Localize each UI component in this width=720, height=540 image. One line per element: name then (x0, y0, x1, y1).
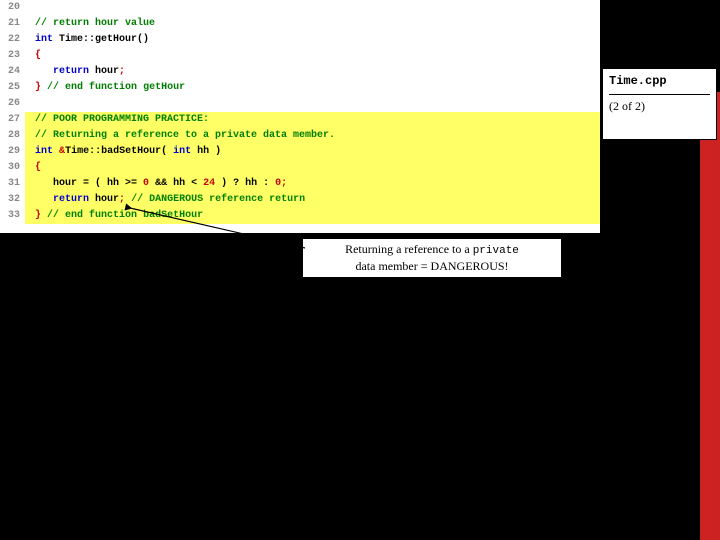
code-line: 20 (0, 0, 600, 16)
red-accent-bar (700, 92, 720, 540)
code-panel: 2021 // return hour value22 int Time::ge… (0, 0, 600, 233)
file-box-separator (609, 94, 710, 95)
line-number: 33 (0, 208, 25, 224)
line-number: 24 (0, 64, 25, 80)
code-content: // Returning a reference to a private da… (25, 128, 600, 144)
code-line: 25 } // end function getHour (0, 80, 600, 96)
code-content: hour = ( hh >= 0 && hh < 24 ) ? hh : 0; (25, 176, 600, 192)
code-content: } // end function getHour (25, 80, 600, 96)
code-line: 26 (0, 96, 600, 112)
code-content: // return hour value (25, 16, 600, 32)
line-number: 31 (0, 176, 25, 192)
code-content: { (25, 160, 600, 176)
code-content: // POOR PROGRAMMING PRACTICE: (25, 112, 600, 128)
code-line: 22 int Time::getHour() (0, 32, 600, 48)
line-number: 22 (0, 32, 25, 48)
line-number: 25 (0, 80, 25, 96)
code-line: 29 int &Time::badSetHour( int hh ) (0, 144, 600, 160)
code-content: } // end function badSetHour (25, 208, 600, 224)
line-number: 27 (0, 112, 25, 128)
line-number: 26 (0, 96, 25, 112)
code-line: 23 { (0, 48, 600, 64)
line-number: 29 (0, 144, 25, 160)
line-number: 20 (0, 0, 25, 16)
annotation-text-prefix: Returning a reference to a (345, 242, 473, 256)
code-line: 28 // Returning a reference to a private… (0, 128, 600, 144)
code-line: 31 hour = ( hh >= 0 && hh < 24 ) ? hh : … (0, 176, 600, 192)
code-line: 21 // return hour value (0, 16, 600, 32)
file-name: Time.cpp (609, 74, 710, 88)
code-content: return hour; // DANGEROUS reference retu… (25, 192, 600, 208)
file-info-box: Time.cpp (2 of 2) (602, 68, 717, 140)
annotation-text-line2: data member = DANGEROUS! (355, 259, 508, 273)
line-number: 23 (0, 48, 25, 64)
annotation-box: Returning a reference to a private data … (302, 238, 562, 278)
code-line: 33 } // end function badSetHour (0, 208, 600, 224)
line-number: 30 (0, 160, 25, 176)
slide: 2021 // return hour value22 int Time::ge… (0, 0, 720, 540)
code-line: 32 return hour; // DANGEROUS reference r… (0, 192, 600, 208)
page-indicator: (2 of 2) (609, 99, 710, 114)
code-line: 30 { (0, 160, 600, 176)
code-content: int Time::getHour() (25, 32, 600, 48)
code-content: { (25, 48, 600, 64)
line-number: 28 (0, 128, 25, 144)
line-number: 32 (0, 192, 25, 208)
code-content: return hour; (25, 64, 600, 80)
annotation-mono: private (473, 245, 519, 257)
code-line: 27 // POOR PROGRAMMING PRACTICE: (0, 112, 600, 128)
line-number: 21 (0, 16, 25, 32)
code-line: 24 return hour; (0, 64, 600, 80)
code-content: int &Time::badSetHour( int hh ) (25, 144, 600, 160)
